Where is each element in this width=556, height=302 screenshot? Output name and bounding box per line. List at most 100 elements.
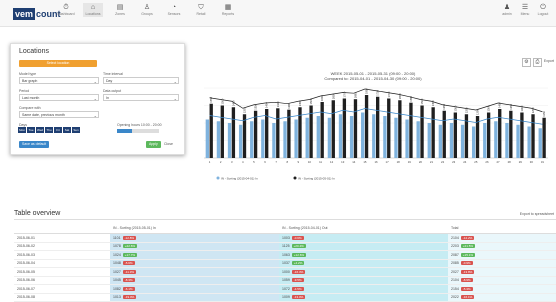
nav-item-label: Logout xyxy=(537,12,549,16)
data-output-value: In xyxy=(106,96,109,100)
bar-value-label: 1300 xyxy=(520,105,524,111)
apply-button[interactable]: Apply xyxy=(146,141,161,148)
bar-in-sorting-2015-04-01-in xyxy=(205,119,209,158)
bar-in-sorting-2015-04-01-in xyxy=(516,124,520,158)
zones-icon: ▤ xyxy=(116,4,124,11)
x-tick-label: 5 xyxy=(253,160,255,164)
row-date: 2015-06-04 xyxy=(14,259,110,268)
nav-item-zones[interactable]: ▤ Zones xyxy=(110,3,130,17)
bar-in-sorting-2015-04-01-in xyxy=(394,117,398,158)
close-button[interactable]: Close xyxy=(164,141,173,148)
x-tick-label: 25 xyxy=(474,160,478,164)
x-tick-label: 18 xyxy=(397,160,401,164)
bar-in-sorting-2015-05-01-in xyxy=(442,110,446,158)
change-badge: -8.3% xyxy=(122,278,135,283)
x-tick-label: 15 xyxy=(363,160,367,164)
change-badge: +20.4% xyxy=(291,244,306,249)
day-toggle-mon[interactable]: Mon xyxy=(18,127,26,133)
cell-value: 1009 xyxy=(282,295,290,300)
bar-in-sorting-2015-05-01-in xyxy=(376,96,380,158)
top-navigation-bar: vem count ⏱ Dashboard ⌂ Locations ▤ Zones ♙ Gro… xyxy=(0,0,556,27)
x-tick-label: 8 xyxy=(286,160,288,164)
bar-in-sorting-2015-04-01-in xyxy=(250,121,254,158)
legend-label: IN - Sorting (2015-04-01) In xyxy=(221,177,258,181)
x-tick-label: 1 xyxy=(209,160,211,164)
table-cell: 1101 -12.8% xyxy=(110,233,279,243)
nav-item-admin[interactable]: ♟ admin xyxy=(500,3,514,17)
day-toggle-fri[interactable]: Fri xyxy=(54,127,62,133)
table-row: 2015-06-05 1027 -11.3% 1000 -16.3% 2027 -13.8% xyxy=(14,267,556,277)
table-cell: 2022 -16.1% xyxy=(448,293,556,302)
nav-item-label: Menu xyxy=(520,12,530,16)
period-value: Last month xyxy=(22,96,40,100)
nav-item-reports[interactable]: ▦ Reports xyxy=(218,3,238,17)
bar-value-label: 1450 xyxy=(431,100,435,106)
x-tick-label: 12 xyxy=(330,160,334,164)
vemcount-logo[interactable]: vem count xyxy=(13,8,61,20)
compare-with-value: Same date, previous month xyxy=(22,113,65,117)
day-toggle-sat[interactable]: Sat xyxy=(63,127,71,133)
bar-in-sorting-2015-04-01-in xyxy=(294,119,298,158)
overview-table: IN - Sorting (2015-05-01) In IN - Sorting… xyxy=(14,223,556,302)
nav-item-locations[interactable]: ⌂ Locations xyxy=(83,3,103,17)
select-location-button[interactable]: Select location xyxy=(19,60,97,67)
cell-value: 1072 xyxy=(282,286,290,291)
model-type-select[interactable]: Bar graph ⌄ xyxy=(19,77,99,84)
table-row: 2015-06-04 1048 -5.6% 1037 +4.2% 2085 -0.9% xyxy=(14,259,556,268)
x-tick-label: 23 xyxy=(452,160,456,164)
nav-item-groups[interactable]: ♙ Groups xyxy=(137,3,157,17)
x-tick-label: 21 xyxy=(430,160,434,164)
nav-item-menu[interactable]: ☰ Menu xyxy=(518,3,532,17)
table-overview-title: Table overview xyxy=(14,210,61,217)
nav-item-retail[interactable]: ⛉ Retail xyxy=(191,3,211,17)
bar-in-sorting-2015-04-01-in xyxy=(383,116,387,158)
nav-item-label: Groups xyxy=(141,12,153,16)
cell-value: 2087 xyxy=(451,252,459,257)
chevron-down-icon: ⌄ xyxy=(93,96,97,101)
bar-in-sorting-2015-04-01-in xyxy=(361,112,365,158)
compare-with-label: Compare with xyxy=(19,106,41,110)
cell-value: 1037 xyxy=(282,261,290,266)
x-tick-label: 29 xyxy=(519,160,523,164)
nav-item-dashboard[interactable]: ⏱ Dashboard xyxy=(56,3,76,17)
x-tick-label: 31 xyxy=(541,160,545,164)
day-toggle-wed[interactable]: Wed xyxy=(36,127,44,133)
time-interval-select[interactable]: Day ⌄ xyxy=(103,77,179,84)
column-header xyxy=(14,223,110,234)
legend-swatch xyxy=(216,176,220,180)
day-toggle-thu[interactable]: Thu xyxy=(45,127,53,133)
bar-in-sorting-2015-05-01-in xyxy=(498,109,502,158)
data-output-select[interactable]: In ⌄ xyxy=(103,94,179,101)
opening-hours-slider[interactable] xyxy=(117,129,159,133)
x-tick-label: 22 xyxy=(441,160,445,164)
bar-in-sorting-2015-05-01-in xyxy=(209,103,213,158)
compare-with-select[interactable]: Same date, previous month ⌄ xyxy=(19,111,99,118)
nav-item-sensors[interactable]: ◔ Sensors xyxy=(164,3,184,17)
reports-icon: ▦ xyxy=(224,4,232,11)
bar-value-label: 1250 xyxy=(464,107,468,113)
nav-item-label: Retail xyxy=(196,12,206,16)
day-toggle-tue[interactable]: Tue xyxy=(27,127,35,133)
table-row: 2015-06-06 1045 -8.3% 1059 -9.5% 2104 -8.9% xyxy=(14,276,556,285)
bar-value-label: 1420 xyxy=(276,101,280,107)
save-default-button[interactable]: Save as default xyxy=(19,141,50,148)
period-select[interactable]: Last month ⌄ xyxy=(19,94,99,101)
bar-value-label: 1500 xyxy=(420,98,424,104)
cell-value: 1013 xyxy=(113,295,121,300)
bar-in-sorting-2015-04-01-in xyxy=(305,117,309,158)
bar-in-sorting-2015-05-01-in xyxy=(220,105,224,158)
nav-item-label: Dashboard xyxy=(57,12,75,16)
table-cell: 2154 -5.3% xyxy=(448,284,556,294)
change-badge: -0.9% xyxy=(460,261,473,266)
bar-in-sorting-2015-05-01-in xyxy=(276,108,280,158)
cell-value: 2203 xyxy=(451,244,459,249)
nav-item-logout[interactable]: ⏻ Logout xyxy=(536,3,550,17)
export-spreadsheet-button[interactable]: Export to spreadsheet xyxy=(520,212,554,216)
cell-value: 2085 xyxy=(451,261,459,266)
day-toggle-sun[interactable]: Sun xyxy=(72,127,80,133)
table-row: 2015-06-08 1013 -19.0% 1009 -13.0% 2022 -16.1% xyxy=(14,293,556,302)
home-icon: ⌂ xyxy=(90,4,96,11)
change-badge: -16.3% xyxy=(291,269,306,274)
bar-in-sorting-2015-04-01-in xyxy=(261,119,265,158)
bar-in-sorting-2015-04-01-in xyxy=(405,119,409,158)
